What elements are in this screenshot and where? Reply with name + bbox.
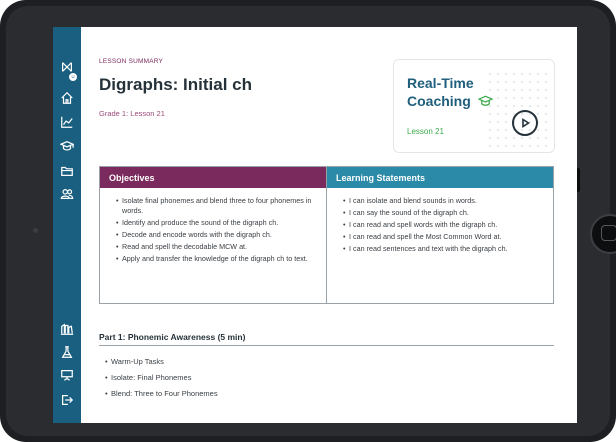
list-item: I can say the sound of the digraph ch. xyxy=(343,208,543,218)
list-item: Decode and encode words with the digraph… xyxy=(116,230,316,240)
list-item: Warm-Up Tasks xyxy=(105,357,218,366)
grade-lesson-label: Grade 1: Lesson 21 xyxy=(99,109,165,118)
sidebar: ☺ xyxy=(53,27,81,423)
section-eyebrow: LESSON SUMMARY xyxy=(99,58,164,65)
list-item: Isolate: Final Phonemes xyxy=(105,373,218,382)
lesson-summary-content: LESSON SUMMARY Digraphs: Initial ch Grad… xyxy=(81,27,577,423)
list-item: Blend: Three to Four Phonemes xyxy=(105,389,218,398)
users-icon[interactable] xyxy=(59,186,75,202)
list-item: I can isolate and blend sounds in words. xyxy=(343,196,543,206)
list-item: I can read sentences and text with the d… xyxy=(343,244,543,254)
coaching-title: Real-Time Coaching xyxy=(407,74,517,111)
page-title: Digraphs: Initial ch xyxy=(99,75,253,94)
coaching-lesson-label: Lesson 21 xyxy=(407,127,444,136)
real-time-coaching-card[interactable]: Real-Time Coaching Lesson 21 xyxy=(393,59,555,153)
objectives-list: Isolate final phonemes and blend three t… xyxy=(100,188,326,263)
library-icon[interactable] xyxy=(59,321,75,337)
list-item: Read and spell the decodable MCW at. xyxy=(116,242,316,252)
graduation-cap-icon[interactable] xyxy=(59,138,75,154)
home-icon[interactable] xyxy=(59,90,75,106)
objectives-column: Objectives Isolate final phonemes and bl… xyxy=(100,167,327,303)
part-heading: Part 1: Phonemic Awareness (5 min) xyxy=(99,332,246,342)
objectives-table: Objectives Isolate final phonemes and bl… xyxy=(99,166,554,304)
coaching-title-text: Real-Time Coaching xyxy=(407,75,474,109)
profile-badge-icon[interactable]: ☺ xyxy=(68,72,78,82)
list-item: I can read and spell the Most Common Wor… xyxy=(343,232,543,242)
divider xyxy=(99,345,554,346)
list-item: Isolate final phonemes and blend three t… xyxy=(116,196,316,215)
play-icon xyxy=(522,118,530,128)
progress-chart-icon[interactable] xyxy=(59,114,75,130)
learning-statements-list: I can isolate and blend sounds in words.… xyxy=(327,188,553,254)
app-screen: ☺ LESSON SUMMARY Digraphs: Initial ch Gr… xyxy=(53,27,577,423)
list-item: Identify and produce the sound of the di… xyxy=(116,218,316,228)
objectives-header: Objectives xyxy=(100,167,326,188)
folder-icon[interactable] xyxy=(59,163,75,179)
list-item: Apply and transfer the knowledge of the … xyxy=(116,254,316,264)
logout-icon[interactable] xyxy=(59,392,75,408)
learning-statements-header: Learning Statements xyxy=(327,167,553,188)
tablet-device: ☺ LESSON SUMMARY Digraphs: Initial ch Gr… xyxy=(0,0,616,442)
list-item: I can read and spell words with the digr… xyxy=(343,220,543,230)
part-task-list: Warm-Up Tasks Isolate: Final Phonemes Bl… xyxy=(105,357,218,405)
play-button[interactable] xyxy=(512,110,538,136)
lab-flask-icon[interactable] xyxy=(59,344,75,360)
learning-statements-column: Learning Statements I can isolate and bl… xyxy=(327,167,553,303)
front-camera xyxy=(33,228,38,233)
graduation-cap-icon xyxy=(477,93,494,111)
presentation-icon[interactable] xyxy=(59,367,75,383)
